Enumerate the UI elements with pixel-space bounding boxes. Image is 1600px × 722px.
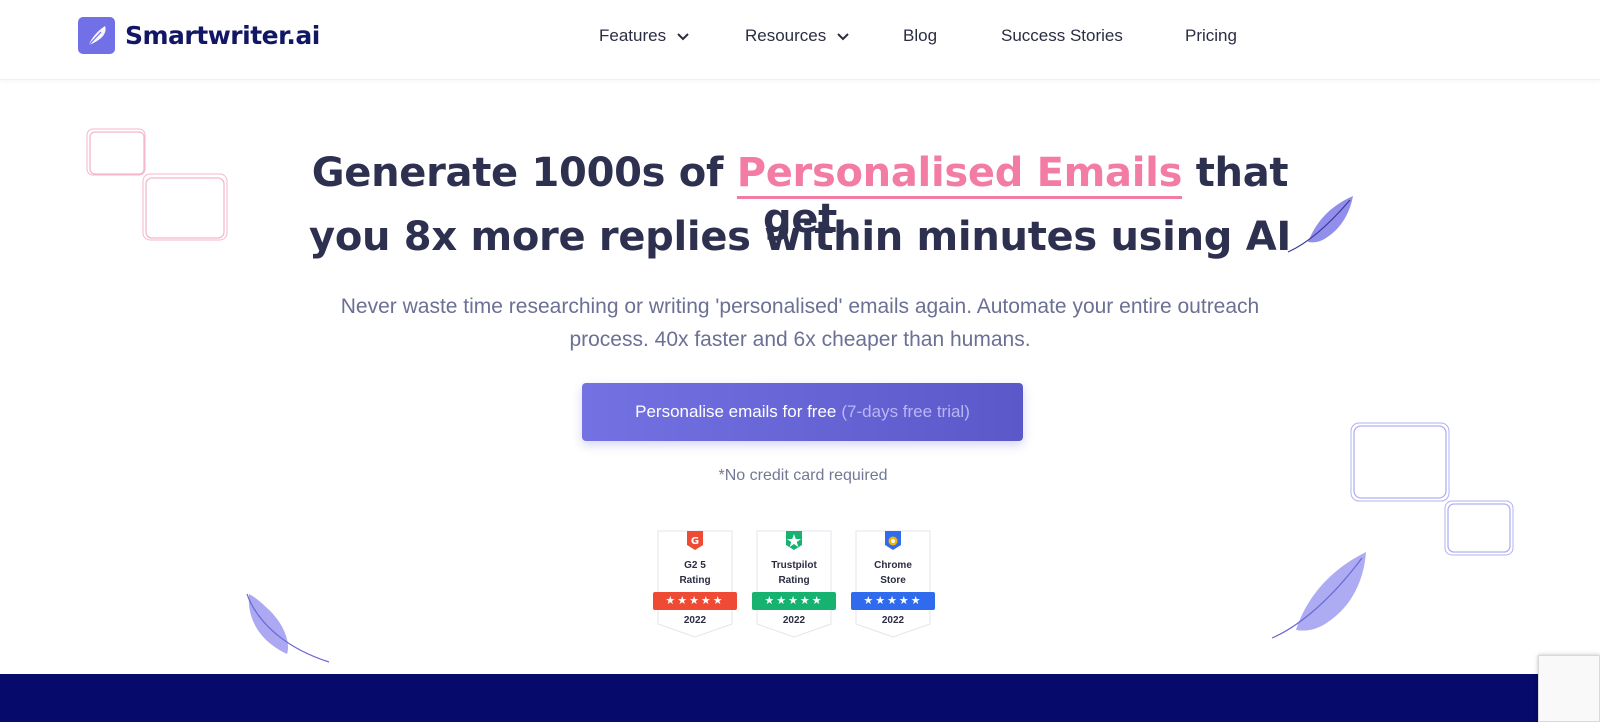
hero-subtitle-line1: Never waste time researching or writing … (340, 295, 1260, 318)
svg-text:G: G (691, 536, 699, 547)
nav-blog[interactable]: Blog (903, 26, 937, 46)
recaptcha-widget[interactable] (1538, 655, 1600, 722)
feather-icon (1271, 552, 1366, 639)
feather-icon (246, 593, 330, 663)
hero-headline-line2: you 8x more replies within minutes using… (309, 214, 1291, 260)
badge-year: 2022 (881, 615, 905, 626)
badge-title: Chrome Store (874, 560, 912, 586)
badge-stars: ★★★★★ (851, 592, 935, 610)
nav-resources-label: Resources (745, 26, 827, 45)
chrome-store-icon (885, 531, 901, 550)
g2-icon: G (687, 531, 703, 550)
top-navbar: Smartwriter.ai Features Resources Blog S… (0, 0, 1600, 80)
nav-features[interactable]: Features (599, 26, 690, 46)
trustpilot-rating-badge: Trustpilot Rating ★★★★★ 2022 (752, 530, 836, 638)
decorative-frames-right (1350, 422, 1514, 556)
badge-year: 2022 (782, 615, 806, 626)
personalise-emails-button[interactable]: Personalise emails for free (7-days free… (582, 383, 1023, 441)
nav-pricing-label: Pricing (1185, 26, 1237, 45)
nav-success-stories[interactable]: Success Stories (1001, 26, 1123, 46)
g2-rating-badge: G G2 5 Rating ★★★★★ 2022 (653, 530, 737, 638)
badge-year: 2022 (683, 615, 707, 626)
trustpilot-star-icon (786, 531, 802, 550)
footer-band (0, 674, 1600, 722)
hero-subtitle-line2: process. 40x faster and 6x cheaper than … (569, 328, 1031, 351)
chevron-down-icon (677, 33, 689, 41)
nav-blog-label: Blog (903, 26, 938, 45)
logo-link[interactable]: Smartwriter.ai (78, 17, 320, 54)
headline-highlight: Personalised Emails (736, 150, 1182, 199)
brand-name: Smartwriter.ai (125, 21, 320, 50)
nav-features-label: Features (599, 26, 667, 45)
no-credit-card-note: *No credit card required (718, 467, 888, 484)
headline-prefix: Generate 1000s of (311, 150, 724, 196)
badge-stars: ★★★★★ (653, 592, 737, 610)
badge-stars: ★★★★★ (752, 592, 836, 610)
badge-title: Trustpilot Rating (771, 560, 817, 586)
nav-pricing[interactable]: Pricing (1185, 26, 1237, 46)
badge-title: G2 5 Rating (679, 560, 711, 586)
chrome-store-badge: Chrome Store ★★★★★ 2022 (851, 530, 935, 638)
cta-label: Personalise emails for free (635, 402, 837, 421)
decorative-frames-left (86, 128, 228, 241)
feather-icon (78, 17, 115, 54)
nav-resources[interactable]: Resources (745, 26, 850, 46)
cta-trial-note: (7-days free trial) (841, 402, 970, 421)
nav-success-stories-label: Success Stories (1001, 26, 1123, 45)
chevron-down-icon (837, 33, 849, 41)
